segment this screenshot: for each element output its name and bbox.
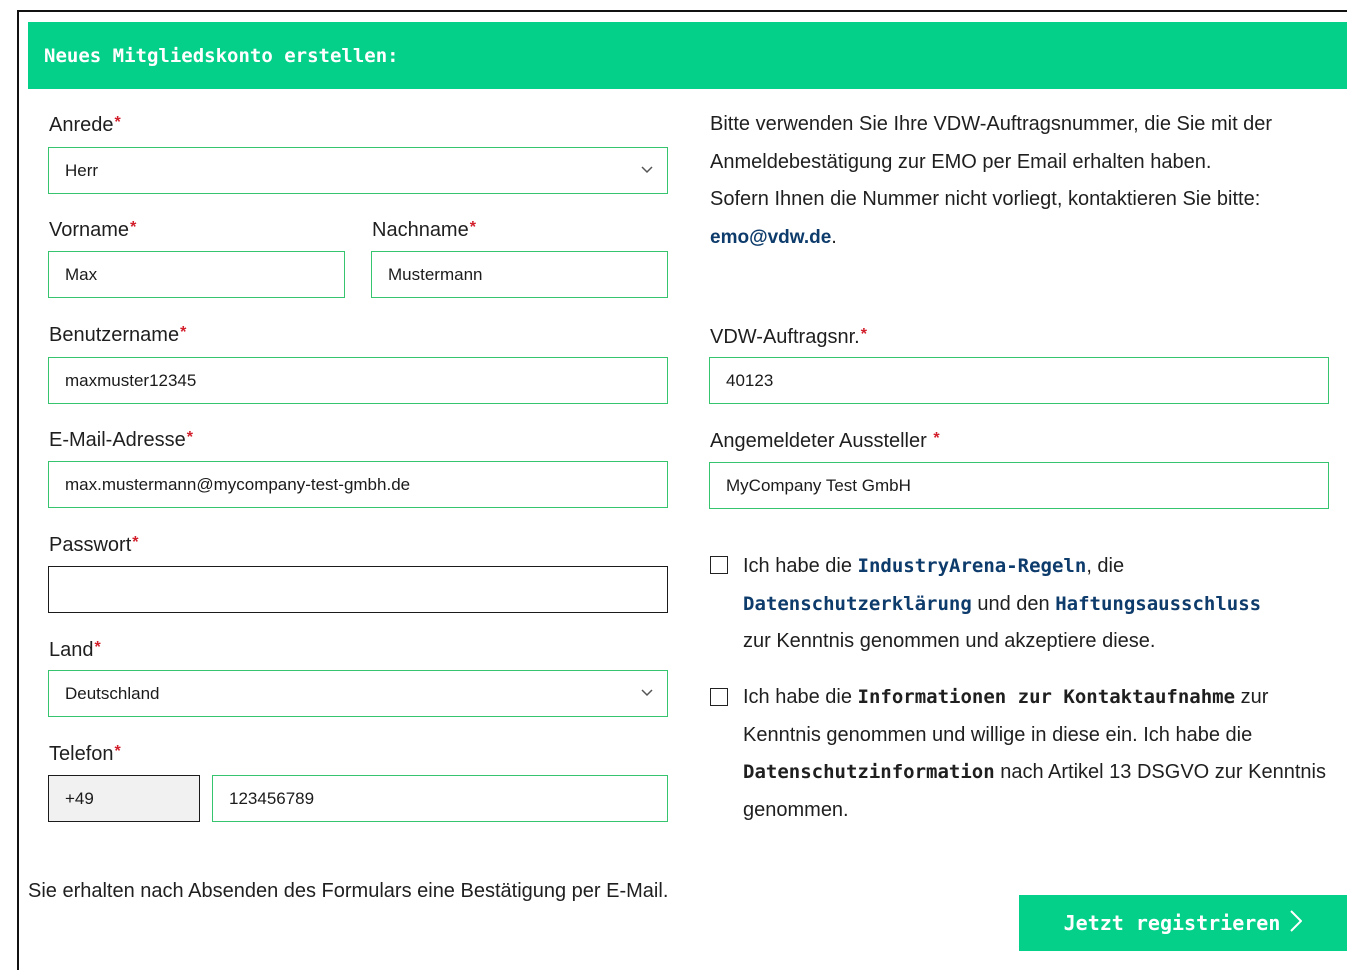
info-text: Bitte verwenden Sie Ihre VDW-Auftragsnum… <box>710 113 1273 248</box>
required-mark: * <box>860 326 867 343</box>
required-mark: * <box>94 639 101 656</box>
username-value: maxmuster12345 <box>65 370 197 390</box>
register-button-label: Jetzt registrieren <box>1063 911 1281 935</box>
email-label: E-Mail-Adresse* <box>49 429 193 451</box>
phone-label: Telefon* <box>49 743 121 765</box>
salutation-select[interactable]: Herr <box>48 147 668 194</box>
exhibitor-label: Angemeldeter Aussteller * <box>710 430 940 452</box>
form-header: Neues Mitgliedskonto erstellen: <box>28 22 1347 89</box>
phone-prefix-value: +49 <box>65 788 94 808</box>
exhibitor-field[interactable]: MyCompany Test GmbH <box>709 462 1329 509</box>
phone-prefix-field[interactable]: +49 <box>48 775 200 822</box>
country-select[interactable]: Deutschland <box>48 670 668 717</box>
last-name-label: Nachname* <box>372 219 476 241</box>
first-name-field[interactable]: Max <box>48 251 345 298</box>
required-mark: * <box>933 430 940 447</box>
confirmation-note: Sie erhalten nach Absenden des Formulars… <box>28 880 669 902</box>
email-field[interactable]: max.mustermann@mycompany-test-gmbh.de <box>48 461 668 508</box>
form-title: Neues Mitgliedskonto erstellen: <box>44 44 399 67</box>
username-field[interactable]: maxmuster12345 <box>48 357 668 404</box>
order-number-value: 40123 <box>726 370 774 390</box>
privacy-info-term: Datenschutzinformation <box>743 761 995 783</box>
chevron-down-icon <box>641 688 653 699</box>
country-label: Land* <box>49 639 101 661</box>
password-label: Passwort* <box>49 534 139 556</box>
order-number-label: VDW-Auftragsnr.* <box>710 326 867 348</box>
required-mark: * <box>132 534 139 551</box>
disclaimer-link[interactable]: Haftungsausschluss <box>1055 593 1261 615</box>
required-mark: * <box>114 743 121 760</box>
email-value: max.mustermann@mycompany-test-gmbh.de <box>65 474 411 494</box>
contact-email-link[interactable]: emo@vdw.de <box>710 227 831 248</box>
required-mark: * <box>114 114 121 131</box>
salutation-label: Anrede* <box>49 114 121 136</box>
required-mark: * <box>180 324 187 341</box>
register-button[interactable]: Jetzt registrieren <box>1019 895 1347 951</box>
password-field[interactable] <box>48 566 668 613</box>
order-number-field[interactable]: 40123 <box>709 357 1329 404</box>
contact-info-term: Informationen zur Kontaktaufnahme <box>857 686 1236 708</box>
chevron-down-icon <box>641 165 653 176</box>
required-mark: * <box>130 219 137 236</box>
chevron-right-icon <box>1290 909 1303 937</box>
privacy-policy-link[interactable]: Datenschutzerklärung <box>743 593 972 615</box>
terms-checkbox[interactable] <box>710 556 728 574</box>
contact-consent-text: Ich habe die Informationen zur Kontaktau… <box>743 686 1326 821</box>
industryarena-rules-link[interactable]: IndustryArena-Regeln <box>858 555 1087 577</box>
contact-consent-checkbox[interactable] <box>710 688 728 706</box>
country-value: Deutschland <box>65 683 160 703</box>
phone-number-field[interactable]: 123456789 <box>212 775 668 822</box>
first-name-value: Max <box>65 264 98 284</box>
phone-number-value: 123456789 <box>229 788 315 808</box>
last-name-value: Mustermann <box>388 264 483 284</box>
salutation-value: Herr <box>65 160 99 180</box>
required-mark: * <box>186 429 193 446</box>
username-label: Benutzername* <box>49 324 187 346</box>
first-name-label: Vorname* <box>49 219 137 241</box>
terms-consent-text: Ich habe die IndustryArena-Regeln, die D… <box>743 555 1262 652</box>
exhibitor-value: MyCompany Test GmbH <box>726 475 911 495</box>
last-name-field[interactable]: Mustermann <box>371 251 668 298</box>
required-mark: * <box>469 219 476 236</box>
